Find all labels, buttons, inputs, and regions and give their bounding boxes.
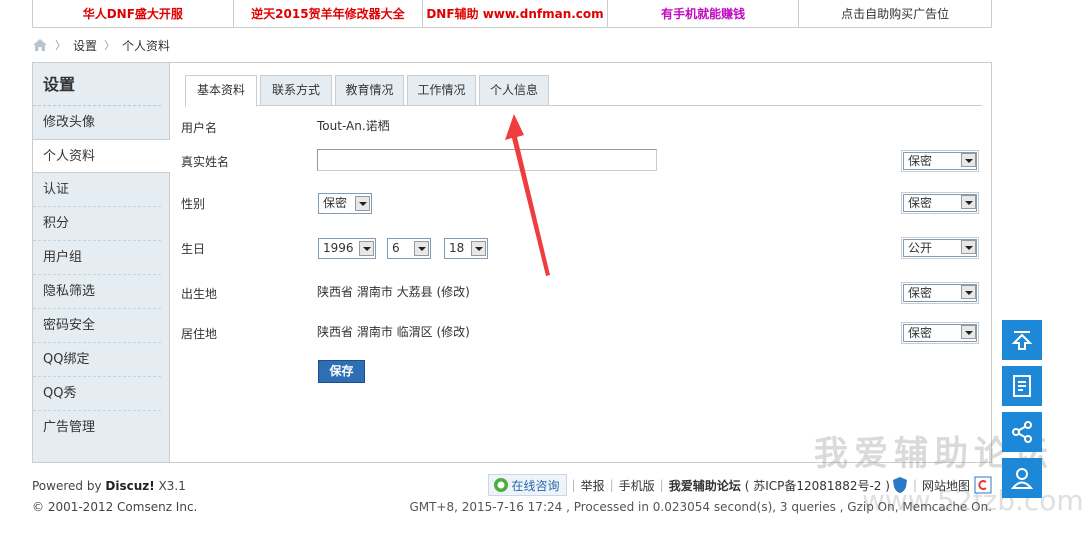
consult-label: 在线咨询 <box>511 478 560 493</box>
ad-link-4[interactable]: 有手机就能赚钱 <box>608 0 800 27</box>
birthday-label: 生日 <box>181 242 206 256</box>
sidebar-item-avatar[interactable]: 修改头像 <box>33 106 161 140</box>
sidebar-item-password[interactable]: 密码安全 <box>33 309 161 343</box>
ad-link-5[interactable]: 点击自助购买广告位 <box>799 0 991 27</box>
sidebar-item-credits[interactable]: 积分 <box>33 207 161 241</box>
realname-input[interactable] <box>317 149 657 171</box>
chevron-down-icon <box>471 241 486 256</box>
privacy-select-birthplace[interactable]: 保密 <box>901 282 979 304</box>
birth-year-value: 1996 <box>323 241 354 255</box>
processing-stats: GMT+8, 2015-7-16 17:24 , Processed in 0.… <box>409 500 992 514</box>
breadcrumb-current: 个人资料 <box>122 38 171 53</box>
powered-prefix: Powered by <box>32 479 106 493</box>
birth-day-value: 18 <box>449 241 465 255</box>
sidebar-title: 设置 <box>33 63 161 106</box>
realname-label: 真实姓名 <box>181 155 230 169</box>
tab-basic[interactable]: 基本资料 <box>185 75 257 107</box>
birth-month-value: 6 <box>392 241 400 255</box>
copyright: © 2001-2012 Comsenz Inc. <box>32 500 198 514</box>
gender-select[interactable]: 保密 <box>318 193 372 214</box>
privacy-select-residence[interactable]: 保密 <box>901 322 979 344</box>
chevron-down-icon <box>355 196 370 211</box>
birthplace-label: 出生地 <box>181 287 218 301</box>
sidebar-item-ads[interactable]: 广告管理 <box>33 411 161 445</box>
birthplace-value[interactable]: 陕西省 渭南市 大荔县 (修改) <box>317 283 470 300</box>
chevron-down-icon <box>961 240 976 254</box>
document-icon <box>1013 375 1031 397</box>
mobile-link[interactable]: 手机版 <box>619 477 655 494</box>
privacy-select-gender[interactable]: 保密 <box>901 192 979 214</box>
breadcrumb-settings[interactable]: 设置 <box>73 37 97 54</box>
username-label: 用户名 <box>181 121 218 135</box>
sidebar-item-profile[interactable]: 个人资料 <box>33 139 170 173</box>
sidebar-item-privacy[interactable]: 隐私筛选 <box>33 275 161 309</box>
breadcrumb: 〉 设置 〉 个人资料 <box>32 37 170 53</box>
residence-value[interactable]: 陕西省 渭南市 临渭区 (修改) <box>317 323 470 340</box>
birth-day-select[interactable]: 18 <box>444 238 488 259</box>
chevron-down-icon <box>961 153 976 167</box>
share-button[interactable] <box>1002 412 1042 452</box>
chevron-down-icon <box>359 241 374 256</box>
tab-education[interactable]: 教育情况 <box>335 75 404 106</box>
save-button[interactable]: 保存 <box>318 360 365 383</box>
profile-tabs: 基本资料 联系方式 教育情况 工作情况 个人信息 <box>185 75 982 107</box>
user-profile-button[interactable] <box>1002 458 1042 498</box>
shield-icon <box>892 477 907 493</box>
sidebar-item-qq-bind[interactable]: QQ绑定 <box>33 343 161 377</box>
report-link[interactable]: 举报 <box>581 477 605 494</box>
annotation-arrow-icon <box>505 114 550 276</box>
ad-link-3[interactable]: DNF辅助 www.dnfman.com <box>423 0 608 27</box>
chevron-down-icon <box>961 325 976 339</box>
chevron-right-icon: 〉 <box>104 39 116 52</box>
footer-links: 在线咨询 | 举报 | 手机版 | 我爱辅助论坛 ( 苏ICP备12081882… <box>487 474 992 496</box>
powered-version: X3.1 <box>154 479 186 493</box>
chevron-right-icon: 〉 <box>55 39 66 52</box>
tab-contact[interactable]: 联系方式 <box>260 75 332 106</box>
back-to-top-button[interactable] <box>1002 320 1042 360</box>
residence-label: 居住地 <box>181 327 218 341</box>
post-list-button[interactable] <box>1002 366 1042 406</box>
consult-icon <box>493 478 508 492</box>
username-value: Tout-An.诺栖 <box>317 119 390 133</box>
tab-personal[interactable]: 个人信息 <box>479 75 549 106</box>
online-consult-button[interactable]: 在线咨询 <box>487 474 567 496</box>
cnzz-icon[interactable] <box>974 476 992 494</box>
sidebar: 设置 修改头像 个人资料 认证 积分 用户组 隐私筛选 密码安全 QQ绑定 QQ… <box>33 63 170 462</box>
site-name-link[interactable]: 我爱辅助论坛 <box>669 477 741 494</box>
privacy-select-birthday[interactable]: 公开 <box>901 237 979 259</box>
ad-bar: 华人DNF盛大开服 逆天2015贺羊年修改器大全 DNF辅助 www.dnfma… <box>32 0 992 28</box>
footer-left: Powered by Discuz! X3.1 © 2001-2012 Coms… <box>32 476 197 518</box>
powered-by: Powered by Discuz! X3.1 <box>32 476 197 497</box>
ad-link-1[interactable]: 华人DNF盛大开服 <box>33 0 234 27</box>
back-to-top-icon <box>1011 331 1033 350</box>
user-icon <box>1011 468 1033 489</box>
chevron-down-icon <box>414 241 429 256</box>
chevron-down-icon <box>961 195 976 209</box>
privacy-select-realname[interactable]: 保密 <box>901 150 979 172</box>
birth-month-select[interactable]: 6 <box>387 238 431 259</box>
chevron-down-icon <box>961 285 976 299</box>
discuz-link[interactable]: Discuz! <box>105 479 154 493</box>
birth-year-select[interactable]: 1996 <box>318 238 376 259</box>
gender-select-value: 保密 <box>323 196 348 210</box>
sidebar-item-usergroup[interactable]: 用户组 <box>33 241 161 275</box>
sidebar-item-verify[interactable]: 认证 <box>33 173 161 207</box>
tab-work[interactable]: 工作情况 <box>407 75 476 106</box>
home-icon[interactable] <box>32 38 48 52</box>
ad-link-2[interactable]: 逆天2015贺羊年修改器大全 <box>234 0 424 27</box>
sidebar-item-qq-show[interactable]: QQ秀 <box>33 377 161 411</box>
gender-label: 性别 <box>181 197 206 211</box>
sitemap-link[interactable]: 网站地图 <box>922 477 970 494</box>
icp-link[interactable]: ( 苏ICP备12081882号-2 ) <box>745 477 890 494</box>
share-icon <box>1012 421 1032 443</box>
